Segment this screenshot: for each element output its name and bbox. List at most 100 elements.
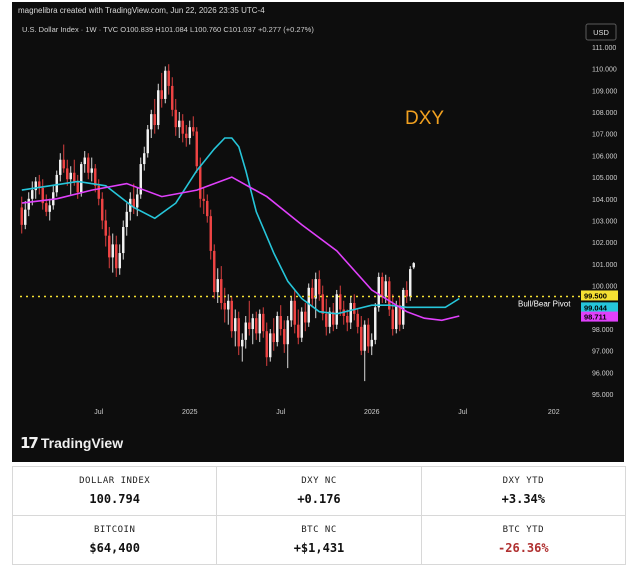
candle-body <box>318 279 321 295</box>
candle-body <box>381 276 384 297</box>
header-part: U.S. Dollar Index · 1W · TVC <box>22 25 119 34</box>
stat-cell: BITCOIN $64,400 <box>12 516 218 564</box>
stat-label: DXY NC <box>301 476 337 486</box>
y-tick-label: 101.000 <box>592 262 617 269</box>
price-tag-label: 98.711 <box>584 313 607 322</box>
x-tick-label: Jul <box>276 409 285 416</box>
candle-body <box>370 339 373 347</box>
y-tick-label: 95.000 <box>592 392 614 399</box>
candle-body <box>230 300 233 332</box>
dxy-annotation: DXY <box>405 108 444 129</box>
stat-label: BITCOIN <box>93 525 136 535</box>
stat-value: 100.794 <box>89 492 140 506</box>
candle-body <box>262 313 265 332</box>
candle-body <box>248 322 251 330</box>
candle-body <box>255 318 258 334</box>
price-tag-label: 99.500 <box>584 291 607 300</box>
candle-body <box>244 322 247 340</box>
candle-body <box>241 339 244 347</box>
stats-row: BITCOIN $64,400 BTC NC +$1,431 BTC YTD -26.36… <box>12 516 626 565</box>
stat-cell: BTC YTD -26.36% <box>422 516 626 564</box>
candle-body <box>265 331 268 358</box>
candle-body <box>153 114 156 125</box>
candle-body <box>349 302 352 323</box>
candle-body <box>146 129 149 154</box>
pivot-label: Bull/Bear Pivot <box>518 299 571 308</box>
candle-body <box>234 318 237 332</box>
currency-button-label: USD <box>593 28 609 37</box>
candle-body <box>409 269 412 297</box>
candle-body <box>94 168 97 186</box>
candle-body <box>27 198 30 210</box>
y-tick-label: 109.000 <box>592 88 617 95</box>
candle-body <box>251 318 254 330</box>
candle-body <box>59 159 62 175</box>
candle-body <box>178 120 181 128</box>
candle-body <box>356 313 359 327</box>
candle-body <box>87 157 90 173</box>
stat-cell: DXY YTD +3.34% <box>422 467 626 515</box>
candle-body <box>321 294 324 314</box>
stat-cell: DOLLAR INDEX 100.794 <box>12 467 218 515</box>
candle-body <box>223 302 226 310</box>
header-part: 100.760 <box>194 25 221 34</box>
x-tick-label: 2025 <box>182 409 198 416</box>
candle-body <box>185 133 188 139</box>
candle-body <box>101 198 104 221</box>
candle-body <box>360 326 363 351</box>
candle-body <box>164 70 167 99</box>
candle-body <box>111 244 114 258</box>
candle-body <box>314 279 317 299</box>
candle-body <box>157 90 160 125</box>
candle-body <box>115 244 118 269</box>
candle-body <box>20 207 23 225</box>
candle-body <box>269 333 272 358</box>
price-chart[interactable]: U.S. Dollar Index · 1W · TVC O100.839 H1… <box>12 2 624 462</box>
candle-body <box>335 294 338 325</box>
tradingview-wordmark: TradingView <box>40 435 124 451</box>
x-tick-label: Jul <box>458 409 467 416</box>
candle-body <box>220 279 223 303</box>
y-tick-label: 104.000 <box>592 197 617 204</box>
candle-body <box>167 70 170 86</box>
stat-label: BTC NC <box>301 525 337 535</box>
candle-body <box>90 168 93 173</box>
candle-body <box>353 302 356 314</box>
y-tick-label: 107.000 <box>592 132 617 139</box>
y-tick-label: 105.000 <box>592 175 617 182</box>
candle-body <box>160 90 163 99</box>
candle-body <box>174 109 177 128</box>
candle-body <box>216 279 219 293</box>
candle-body <box>286 320 289 345</box>
candle-body <box>276 316 279 343</box>
moving-average-line <box>21 176 460 322</box>
candle-body <box>108 235 111 258</box>
candle-body <box>104 220 107 236</box>
candle-body <box>118 253 121 269</box>
candle-body <box>188 127 191 139</box>
stat-value: -26.36% <box>498 541 549 555</box>
candle-body <box>202 198 205 201</box>
candle-body <box>311 287 314 299</box>
candle-body <box>24 209 27 225</box>
stat-value: +3.34% <box>501 492 545 506</box>
candle-body <box>73 172 76 182</box>
stat-value: +0.176 <box>297 492 341 506</box>
tradingview-logo-icon: 17 <box>20 434 39 452</box>
y-tick-label: 108.000 <box>592 110 617 117</box>
candle-body <box>412 263 415 268</box>
candle-body <box>55 174 58 193</box>
chart-header: U.S. Dollar Index · 1W · TVC O100.839 H1… <box>22 25 314 34</box>
candle-body <box>48 205 51 212</box>
candle-body <box>76 181 79 193</box>
stats-table: DOLLAR INDEX 100.794 DXY NC +0.176 DXY YTD +3… <box>12 466 626 565</box>
candle-body <box>325 313 328 327</box>
candle-body <box>258 313 261 334</box>
y-tick-label: 106.000 <box>592 153 617 160</box>
candle-body <box>384 281 387 297</box>
x-tick-label: 2026 <box>364 409 380 416</box>
candle-body <box>237 318 240 347</box>
stat-cell: DXY NC +0.176 <box>217 467 422 515</box>
price-tag-label: 99.044 <box>584 303 608 312</box>
candle-body <box>377 276 380 308</box>
